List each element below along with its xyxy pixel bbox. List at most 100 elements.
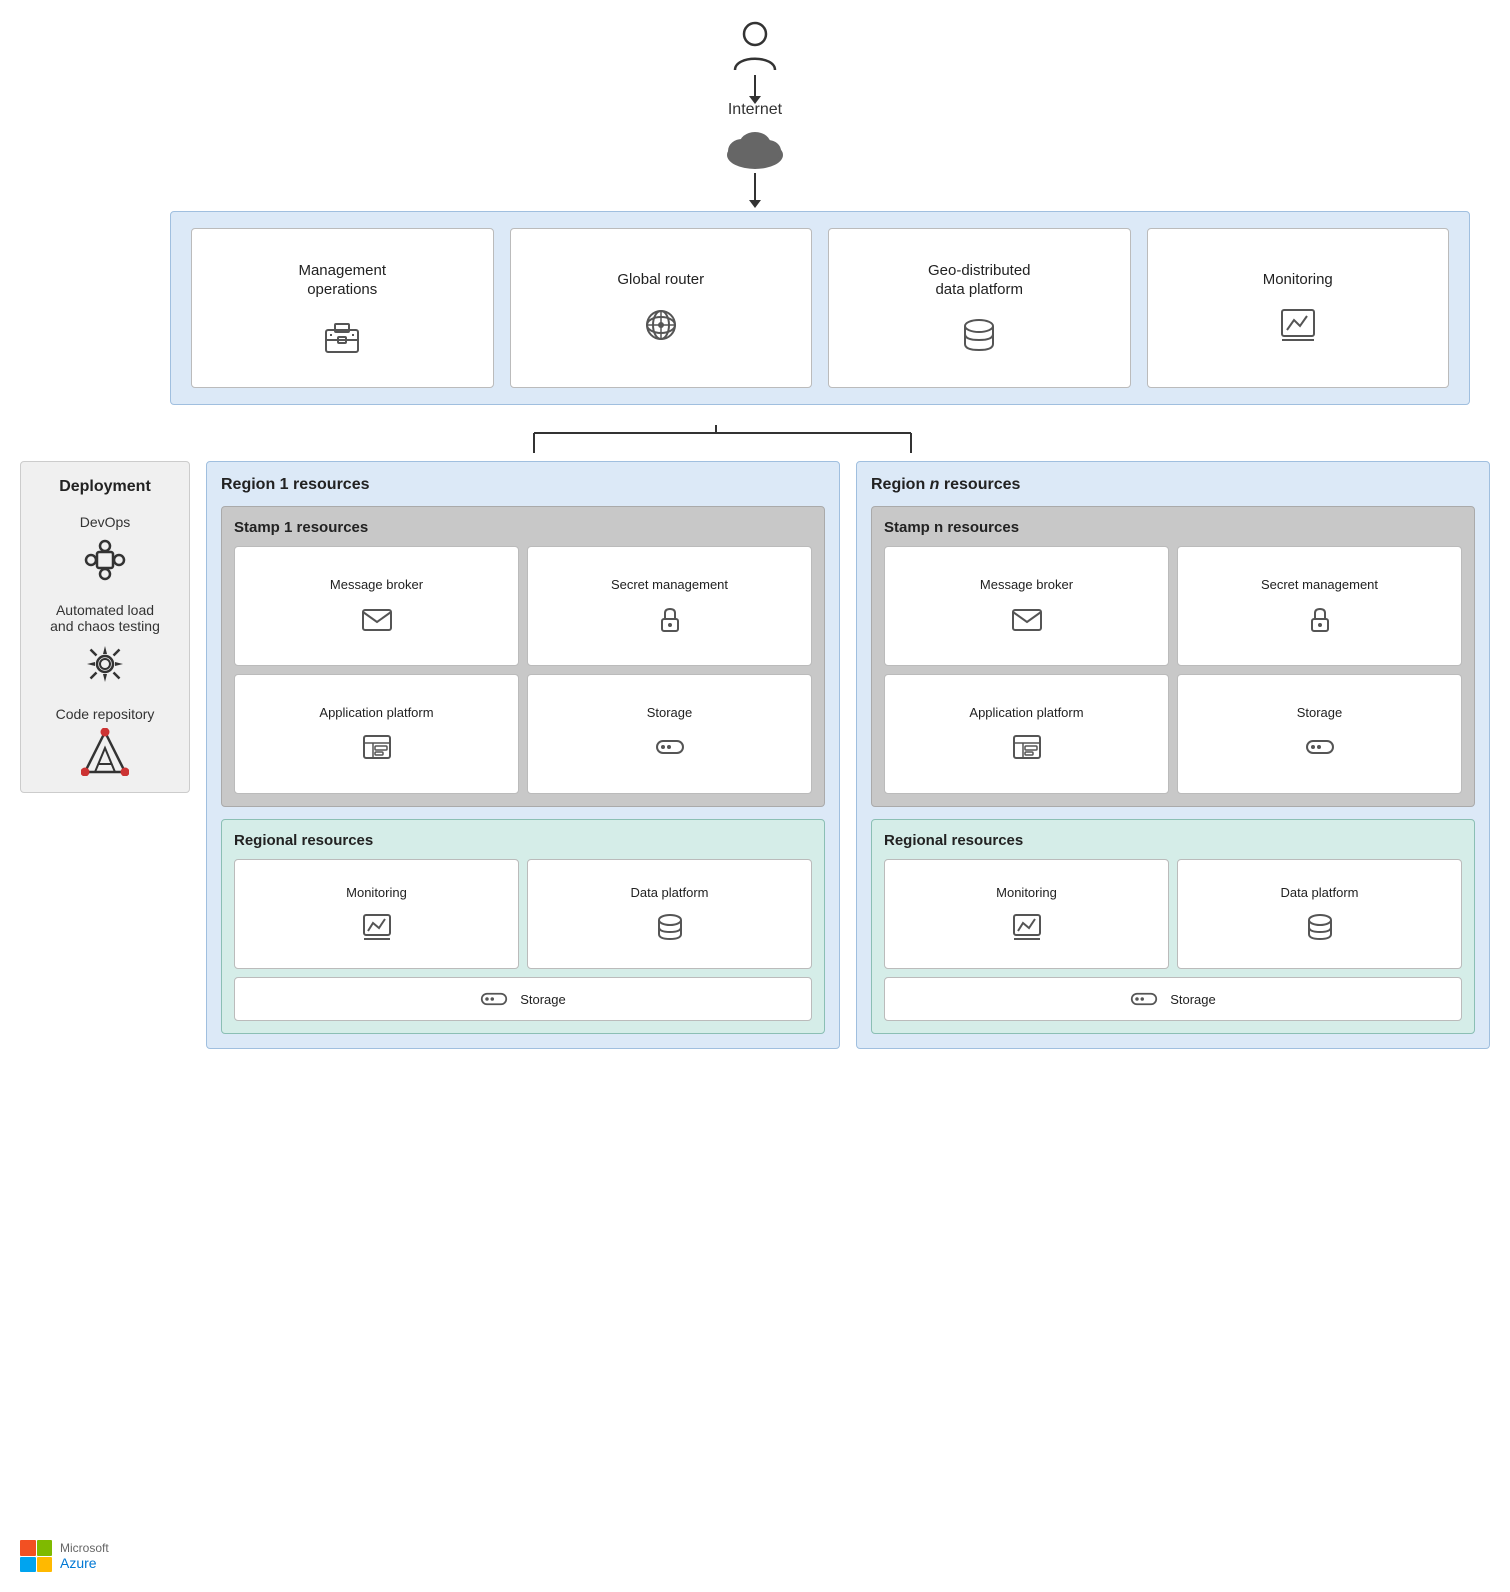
- data-platform-r1-item: Data platform: [527, 859, 812, 969]
- storage-1-item: Storage: [527, 674, 812, 794]
- stamp-n-title: Stamp n resources: [884, 519, 1462, 536]
- azure-logo: Microsoft Azure: [20, 1540, 109, 1572]
- regional-grid-1: Monitoring Data platform: [234, 859, 812, 969]
- regional-resources-1-box: Regional resources Monitoring Data plat: [221, 819, 825, 1034]
- storage-n-item: Storage: [1177, 674, 1462, 794]
- storage-rn-label: Storage: [1170, 992, 1216, 1007]
- routing-arrows: [170, 425, 1470, 461]
- storage-n-icon: [1304, 731, 1336, 763]
- storage-rn-item: Storage: [884, 977, 1462, 1021]
- monitoring-r1-label: Monitoring: [346, 885, 407, 902]
- internet-section: Internet: [20, 20, 1490, 201]
- monitoring-rn-label: Monitoring: [996, 885, 1057, 902]
- global-router-box: Global router: [510, 228, 813, 388]
- lock-icon: [654, 603, 686, 635]
- monitoring-box: Monitoring: [1147, 228, 1450, 388]
- app-platform-1-label: Application platform: [319, 705, 433, 722]
- load-testing-label: Automated loadand chaos testing: [50, 602, 160, 634]
- storage-r1-icon: [480, 990, 508, 1008]
- global-row: Managementoperations Global router: [170, 211, 1470, 405]
- secret-mgmt-n-item: Secret management: [1177, 546, 1462, 666]
- regional-resources-n-title: Regional resources: [884, 832, 1462, 849]
- storage-icon: [654, 731, 686, 763]
- person-icon: [730, 20, 780, 75]
- data-platform-rn-label: Data platform: [1280, 885, 1358, 902]
- devops-icon: [81, 536, 129, 584]
- devops-item: DevOps: [80, 514, 131, 584]
- database-icon: [958, 314, 1000, 356]
- stamp-1-grid: Message broker Secret management: [234, 546, 812, 794]
- microsoft-label: Microsoft: [60, 1541, 109, 1555]
- app-platform-n-label: Application platform: [969, 705, 1083, 722]
- regional-grid-n: Monitoring Data platform: [884, 859, 1462, 969]
- sq-blue: [20, 1557, 36, 1573]
- storage-n-label: Storage: [1297, 705, 1343, 722]
- chart-sm-icon: [361, 911, 393, 943]
- data-platform-r1-label: Data platform: [630, 885, 708, 902]
- app-platform-n-item: Application platform: [884, 674, 1169, 794]
- monitoring-rn-item: Monitoring: [884, 859, 1169, 969]
- azure-text: Microsoft Azure: [60, 1541, 109, 1571]
- geo-distributed-label: Geo-distributeddata platform: [928, 261, 1031, 300]
- sq-yellow: [37, 1557, 53, 1573]
- chart-icon: [1277, 304, 1319, 346]
- stamp-n-grid: Message broker Secret management: [884, 546, 1462, 794]
- cloud-icon: [720, 123, 790, 173]
- lock-n-icon: [1304, 603, 1336, 635]
- database-rn-icon: [1304, 911, 1336, 943]
- database-sm-icon: [654, 911, 686, 943]
- secret-mgmt-1-label: Secret management: [611, 577, 728, 594]
- region-1-box: Region 1 resources Stamp 1 resources Mes…: [206, 461, 840, 1049]
- monitoring-label: Monitoring: [1263, 270, 1333, 290]
- bottom-area: Deployment DevOps Automated loadand chao…: [20, 461, 1490, 1049]
- azure-label: Azure: [60, 1555, 109, 1571]
- storage-r1-label: Storage: [520, 992, 566, 1007]
- global-router-label: Global router: [617, 270, 704, 290]
- region-n-box: Region n resources Stamp n resources Mes…: [856, 461, 1490, 1049]
- stamp-1-title: Stamp 1 resources: [234, 519, 812, 536]
- regional-resources-n-box: Regional resources Monitoring Data plat: [871, 819, 1475, 1034]
- app-platform-1-item: Application platform: [234, 674, 519, 794]
- code-repo-label: Code repository: [56, 706, 155, 722]
- secret-mgmt-1-item: Secret management: [527, 546, 812, 666]
- message-broker-1-item: Message broker: [234, 546, 519, 666]
- storage-1-label: Storage: [647, 705, 693, 722]
- load-testing-item: Automated loadand chaos testing: [50, 602, 160, 688]
- secret-mgmt-n-label: Secret management: [1261, 577, 1378, 594]
- azure-squares: [20, 1540, 52, 1572]
- message-broker-n-label: Message broker: [980, 577, 1073, 594]
- storage-r1-item: Storage: [234, 977, 812, 1021]
- management-operations-label: Managementoperations: [298, 261, 386, 300]
- appplatform-icon: [361, 731, 393, 763]
- geo-distributed-box: Geo-distributeddata platform: [828, 228, 1131, 388]
- deployment-title: Deployment: [59, 478, 151, 496]
- sq-green: [37, 1540, 53, 1556]
- monitoring-r1-item: Monitoring: [234, 859, 519, 969]
- region-n-title: Region n resources: [871, 476, 1475, 494]
- regions-container: Region 1 resources Stamp 1 resources Mes…: [206, 461, 1490, 1049]
- router-icon: [640, 304, 682, 346]
- management-operations-box: Managementoperations: [191, 228, 494, 388]
- storage-rn-icon: [1130, 990, 1158, 1008]
- toolbox-icon: [321, 314, 363, 356]
- stamp-n-box: Stamp n resources Message broker Secret …: [871, 506, 1475, 807]
- chart-rn-icon: [1011, 911, 1043, 943]
- code-repo-item: Code repository: [56, 706, 155, 776]
- main-container: Internet Managementoperations Glo: [0, 0, 1510, 1592]
- sq-red: [20, 1540, 36, 1556]
- regional-resources-1-title: Regional resources: [234, 832, 812, 849]
- data-platform-rn-item: Data platform: [1177, 859, 1462, 969]
- arrows-container: [170, 425, 1470, 461]
- envelope-icon: [361, 603, 393, 635]
- devops-label: DevOps: [80, 514, 131, 530]
- message-broker-1-label: Message broker: [330, 577, 423, 594]
- region-1-title: Region 1 resources: [221, 476, 825, 494]
- message-broker-n-item: Message broker: [884, 546, 1169, 666]
- stamp-1-box: Stamp 1 resources Message broker Secret: [221, 506, 825, 807]
- deployment-panel: Deployment DevOps Automated loadand chao…: [20, 461, 190, 793]
- settings-icon: [81, 640, 129, 688]
- person-icon-container: [730, 20, 780, 75]
- git-icon: [81, 728, 129, 776]
- envelope-n-icon: [1011, 603, 1043, 635]
- appplatform-n-icon: [1011, 731, 1043, 763]
